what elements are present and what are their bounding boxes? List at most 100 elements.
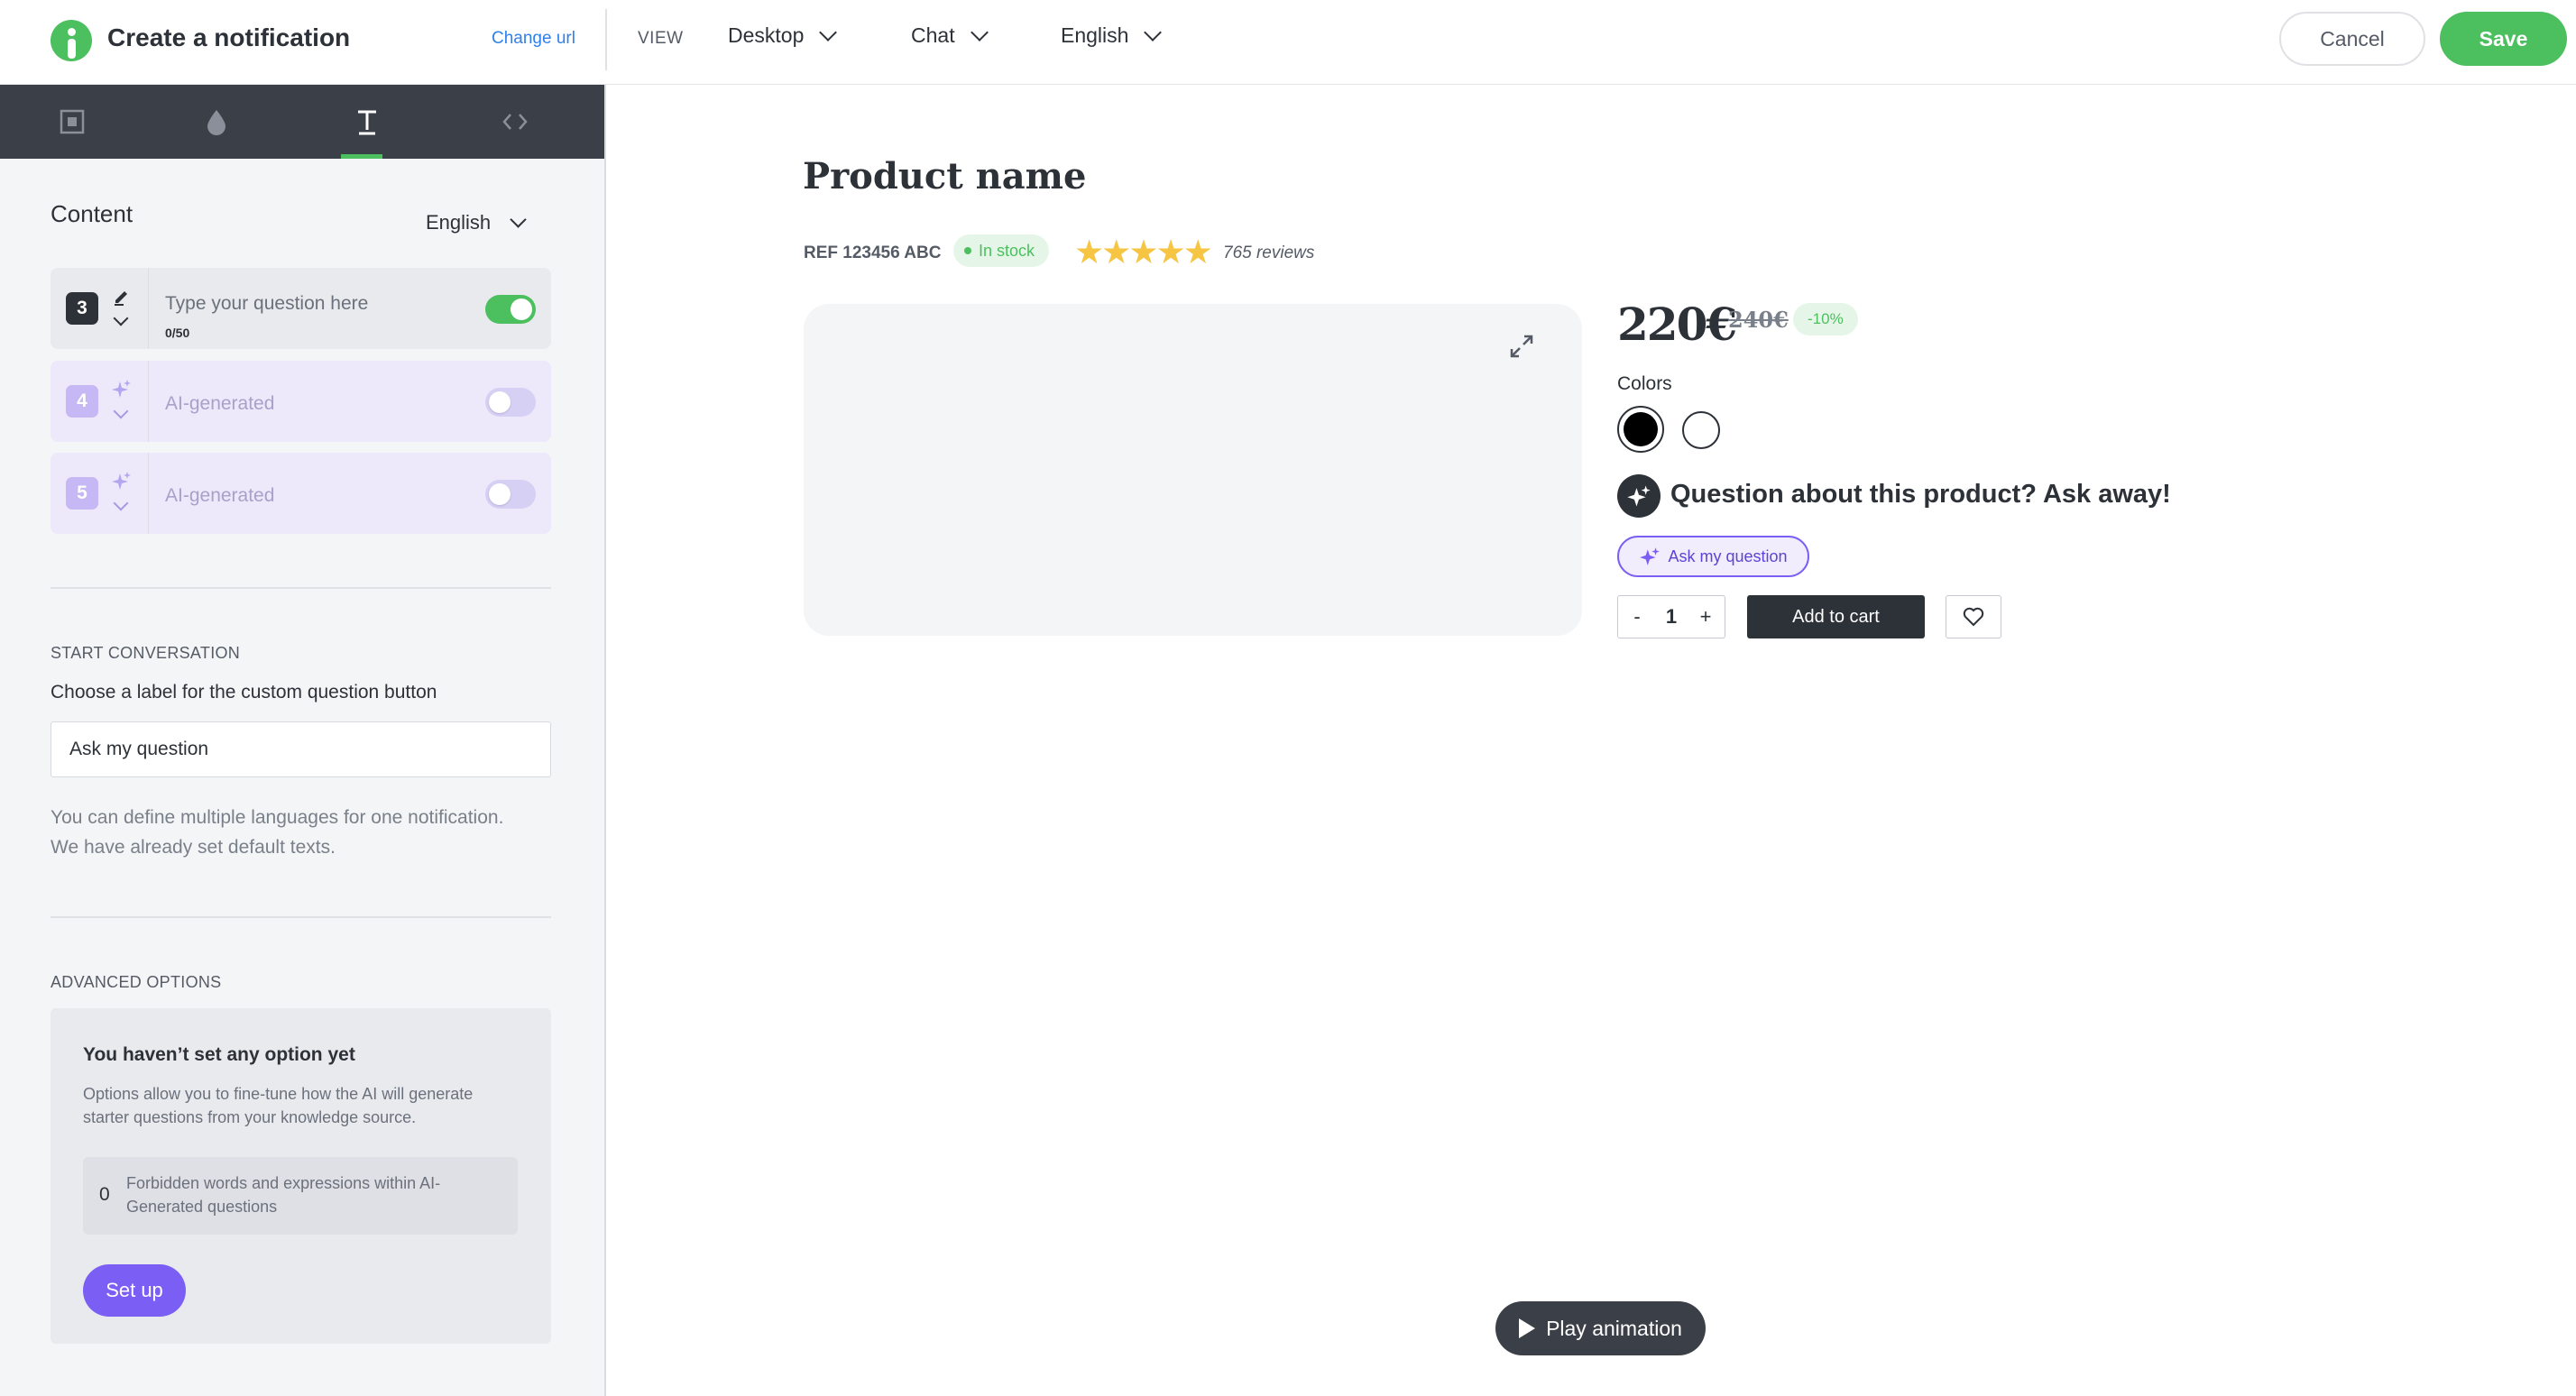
product-ref: REF 123456 ABC: [804, 243, 942, 262]
question-number-column: 5: [51, 453, 149, 534]
editor-tabs: [0, 85, 604, 159]
section-divider: [51, 587, 551, 589]
set-up-button[interactable]: Set up: [83, 1264, 186, 1317]
product-price: 220€: [1617, 298, 1737, 351]
forbidden-words-label: Forbidden words and expressions within A…: [126, 1174, 441, 1216]
question-text: AI-generated: [165, 485, 275, 506]
wishlist-button[interactable]: [1946, 595, 2001, 638]
advanced-options-label: ADVANCED OPTIONS: [51, 973, 222, 991]
color-swatch-white[interactable]: [1682, 411, 1720, 449]
chevron-down-icon: [510, 210, 527, 228]
advanced-options-description: Options allow you to fine-tune how the A…: [83, 1085, 474, 1126]
sparkle-icon: [1627, 485, 1651, 507]
question-text[interactable]: Type your question here: [165, 293, 368, 315]
app-logo-icon: [51, 20, 92, 61]
chevron-down-icon: [1144, 23, 1163, 41]
question-number-badge: 5: [66, 477, 98, 510]
change-url-link[interactable]: Change url: [492, 29, 575, 49]
chevron-down-icon: [970, 23, 989, 41]
quantity-plus-button[interactable]: +: [1696, 605, 1716, 629]
ai-sparkle-icon: [1617, 474, 1661, 518]
tab-style[interactable]: [144, 85, 289, 159]
product-name: Product name: [803, 155, 1087, 197]
product-image-placeholder: [804, 304, 1582, 636]
start-conversation-label: START CONVERSATION: [51, 644, 241, 662]
toggle-knob: [511, 298, 532, 320]
stock-dot-icon: [964, 247, 971, 254]
question-toggle[interactable]: [485, 388, 536, 417]
review-count: 765 reviews: [1223, 243, 1315, 262]
chevron-down-icon[interactable]: [113, 310, 129, 326]
quantity-value[interactable]: 1: [1666, 605, 1677, 629]
toggle-knob: [489, 391, 511, 413]
play-icon: [1519, 1318, 1536, 1338]
device-dropdown-value: Desktop: [728, 23, 805, 47]
content-language-dropdown[interactable]: English: [426, 210, 527, 234]
stock-text: In stock: [979, 241, 1035, 260]
toggle-knob: [489, 483, 511, 505]
chevron-down-icon[interactable]: [113, 495, 129, 511]
question-toggle[interactable]: [485, 295, 536, 324]
question-row-ai[interactable]: 4 AI-generated: [51, 361, 551, 442]
content-section-title: Content: [51, 200, 133, 227]
button-label-field-label: Choose a label for the custom question b…: [51, 682, 437, 703]
play-animation-label: Play animation: [1546, 1316, 1682, 1340]
tab-layout[interactable]: [0, 85, 144, 159]
forbidden-words-count: 0: [99, 1184, 110, 1205]
advanced-options-card: You haven’t set any option yet Options a…: [51, 1008, 551, 1344]
top-bar: Create a notification Change url VIEW De…: [0, 0, 2576, 85]
advanced-options-title: You haven’t set any option yet: [83, 1044, 355, 1065]
question-number-column: 3: [51, 268, 149, 349]
sparkle-icon: [112, 380, 131, 398]
add-to-cart-button[interactable]: Add to cart: [1747, 595, 1925, 638]
cancel-button[interactable]: Cancel: [2279, 12, 2425, 66]
button-label-input[interactable]: [51, 721, 551, 777]
help-text-line: You can define multiple languages for on…: [51, 807, 504, 828]
sparkle-icon: [112, 472, 131, 490]
mode-dropdown-value: Chat: [911, 23, 955, 47]
ask-my-question-button[interactable]: Ask my question: [1617, 536, 1809, 577]
question-prompt: Question about this product? Ask away!: [1670, 480, 2171, 509]
expand-icon[interactable]: [1508, 333, 1535, 360]
color-swatch-black[interactable]: [1617, 406, 1664, 453]
view-label: VIEW: [638, 29, 684, 48]
colors-label: Colors: [1617, 373, 1672, 394]
stock-badge: In stock: [953, 234, 1050, 267]
save-button[interactable]: Save: [2440, 12, 2567, 66]
color-drop-icon: [207, 110, 225, 135]
sparkle-icon: [1640, 547, 1661, 565]
question-number-column: 4: [51, 361, 149, 442]
quantity-minus-button[interactable]: -: [1627, 605, 1647, 629]
text-icon: [358, 110, 376, 135]
notification-preview: Product name REF 123456 ABC In stock ★★★…: [606, 85, 2576, 1396]
chevron-down-icon: [819, 23, 838, 41]
tab-code[interactable]: [443, 85, 587, 159]
heart-icon: [1963, 607, 1984, 627]
question-row-ai[interactable]: 5 AI-generated: [51, 453, 551, 534]
language-dropdown-value: English: [1061, 23, 1129, 47]
edit-pencil-icon: [115, 291, 127, 306]
editor-panel: Content English 3 Type your question her…: [0, 85, 604, 1396]
page-title: Create a notification: [107, 23, 351, 51]
code-icon: [502, 114, 528, 130]
section-divider: [51, 916, 551, 918]
quantity-stepper: - 1 +: [1617, 595, 1725, 638]
language-dropdown[interactable]: English: [1061, 23, 1163, 48]
old-price: 240€: [1728, 307, 1789, 333]
language-help-text: You can define multiple languages for on…: [51, 803, 556, 862]
chevron-down-icon[interactable]: [113, 403, 129, 419]
mode-dropdown[interactable]: Chat: [911, 23, 989, 48]
question-row-custom[interactable]: 3 Type your question here 0/50: [51, 268, 551, 349]
discount-badge: -10%: [1793, 303, 1858, 335]
forbidden-words-summary: 0 Forbidden words and expressions within…: [83, 1157, 518, 1235]
question-number-badge: 4: [66, 385, 98, 418]
play-animation-button[interactable]: Play animation: [1495, 1301, 1706, 1355]
device-dropdown[interactable]: Desktop: [728, 23, 838, 48]
ask-button-label: Ask my question: [1668, 546, 1788, 565]
question-number-badge: 3: [66, 292, 98, 325]
question-text: AI-generated: [165, 393, 275, 414]
header-divider: [605, 9, 607, 70]
question-toggle[interactable]: [485, 480, 536, 509]
tab-text[interactable]: [295, 85, 439, 159]
rating-stars-icon: ★★★★★: [1074, 234, 1213, 271]
